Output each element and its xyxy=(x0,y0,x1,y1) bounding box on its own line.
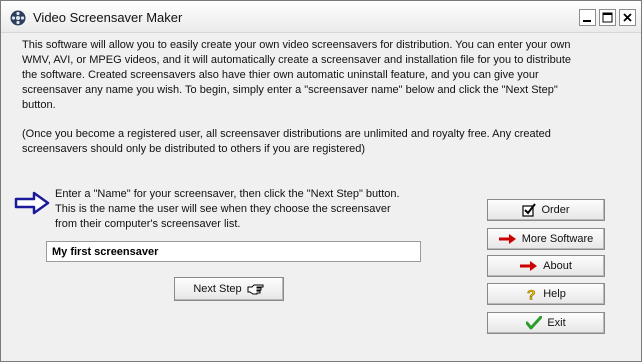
window-controls xyxy=(579,9,636,26)
red-arrow-icon xyxy=(520,261,538,271)
order-label: Order xyxy=(541,204,570,216)
close-icon xyxy=(623,13,632,22)
window-title: Video Screensaver Maker xyxy=(33,10,183,25)
description-paragraph-2: (Once you become a registered user, all … xyxy=(22,128,551,155)
exit-button[interactable]: Exit xyxy=(487,312,605,334)
next-step-label: Next Step xyxy=(193,283,242,295)
close-button[interactable] xyxy=(619,9,636,26)
order-button[interactable]: Order xyxy=(487,199,605,221)
title-bar[interactable]: Video Screensaver Maker xyxy=(1,1,641,33)
maximize-icon xyxy=(602,12,613,23)
film-reel-icon xyxy=(10,10,26,26)
exit-label: Exit xyxy=(547,317,566,329)
main-window: Video Screensaver Maker This software wi… xyxy=(0,0,642,362)
description-paragraph-1: This software will allow you to easily c… xyxy=(22,39,572,111)
svg-text:?: ? xyxy=(527,287,536,301)
red-arrow-icon xyxy=(498,234,517,244)
more-software-button[interactable]: More Software xyxy=(487,228,605,250)
checkbox-icon xyxy=(522,203,537,217)
about-label: About xyxy=(543,260,572,272)
minimize-button[interactable] xyxy=(579,9,596,26)
minimize-icon xyxy=(583,20,591,22)
more-software-label: More Software xyxy=(521,233,594,245)
maximize-button[interactable] xyxy=(599,9,616,26)
next-step-button[interactable]: Next Step xyxy=(174,277,284,301)
screensaver-name-input[interactable] xyxy=(46,241,421,262)
about-button[interactable]: About xyxy=(487,255,605,277)
help-button[interactable]: ? Help xyxy=(487,283,605,305)
green-check-icon xyxy=(526,316,543,330)
instruction-text: Enter a "Name" for your screensaver, the… xyxy=(55,188,400,230)
help-label: Help xyxy=(543,288,566,300)
question-mark-icon: ? xyxy=(526,287,538,301)
description-text: This software will allow you to easily c… xyxy=(22,38,582,171)
pointing-hand-icon xyxy=(247,282,265,296)
right-arrow-icon xyxy=(14,191,50,215)
